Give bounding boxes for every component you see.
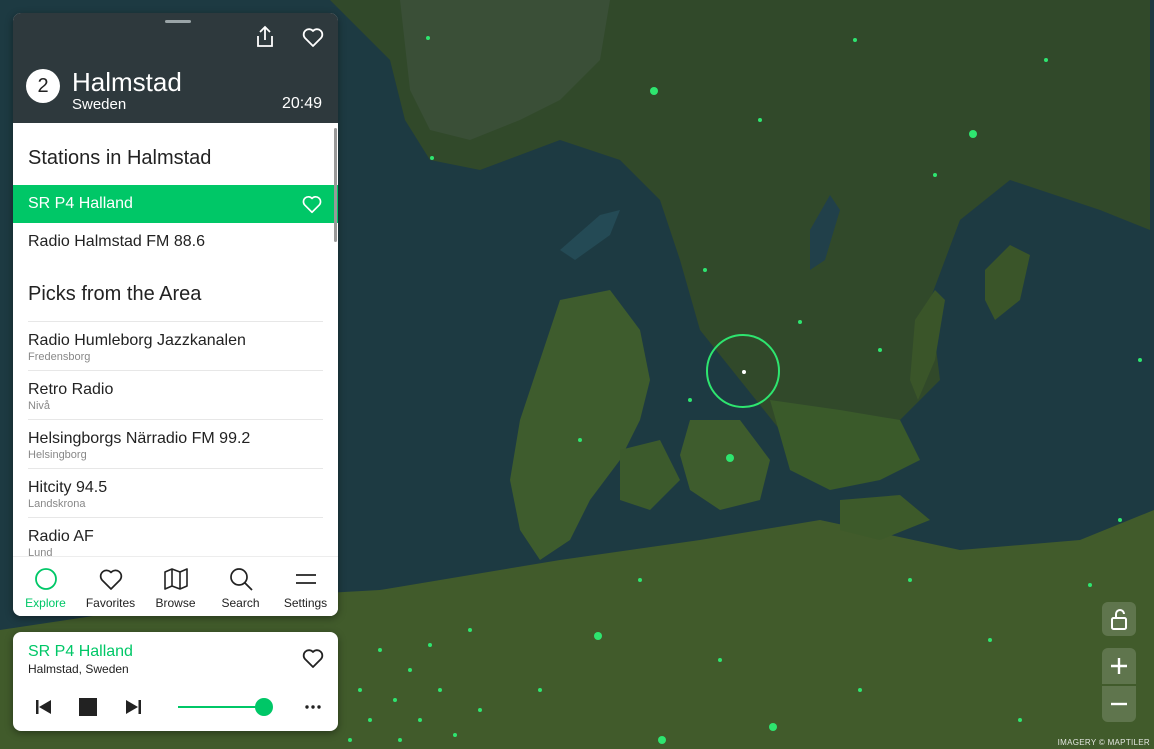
share-button[interactable] xyxy=(253,25,277,49)
pick-station-location: Nivå xyxy=(28,400,51,412)
tab-explore[interactable]: Explore xyxy=(13,557,78,616)
map-lock-button[interactable] xyxy=(1102,602,1136,636)
stations-section-title: Stations in Halmstad xyxy=(28,147,212,169)
station-list[interactable]: Stations in Halmstad SR P4 Halland Radio… xyxy=(13,123,338,557)
tab-label: Browse xyxy=(155,596,196,610)
panel-header: 2 Halmstad Sweden 20:49 xyxy=(13,13,338,123)
map-icon xyxy=(163,568,188,590)
volume-slider[interactable] xyxy=(178,706,264,708)
now-playing-location: Halmstad, Sweden xyxy=(28,662,129,676)
now-playing-bar: SR P4 Halland Halmstad, Sweden xyxy=(13,632,338,731)
pick-station-name: Radio Humleborg Jazzkanalen xyxy=(28,332,246,349)
local-time: 20:49 xyxy=(281,95,322,112)
stop-icon xyxy=(79,698,97,716)
pick-station-location: Landskrona xyxy=(28,498,86,510)
tab-favorites[interactable]: Favorites xyxy=(78,557,143,616)
search-icon xyxy=(229,568,253,591)
heart-icon xyxy=(302,649,324,668)
plus-icon xyxy=(1111,658,1127,674)
station-row[interactable]: SR P4 Halland xyxy=(13,185,338,223)
more-icon xyxy=(305,705,321,709)
minus-icon xyxy=(1111,702,1127,706)
previous-button[interactable] xyxy=(33,696,55,718)
location-panel: 2 Halmstad Sweden 20:49 Stations in Halm… xyxy=(13,13,338,616)
heart-icon xyxy=(302,28,324,47)
zoom-in-button[interactable] xyxy=(1102,648,1136,684)
tab-bar: Explore Favorites Browse Search Settings xyxy=(13,556,338,616)
list-item[interactable]: Helsingborgs Närradio FM 99.2 Helsingbor… xyxy=(28,419,323,468)
drag-handle[interactable] xyxy=(165,20,191,23)
skip-next-icon xyxy=(126,700,141,714)
station-name: SR P4 Halland xyxy=(28,195,133,212)
list-item[interactable]: Radio AF Lund xyxy=(28,517,323,557)
pick-station-location: Fredensborg xyxy=(28,351,91,363)
map-attribution[interactable]: IMAGERY © MAPTILER xyxy=(1058,738,1150,747)
picks-section-title: Picks from the Area xyxy=(28,283,202,305)
tab-label: Explore xyxy=(25,596,66,610)
station-count-badge: 2 xyxy=(26,69,60,103)
tab-label: Favorites xyxy=(85,596,136,610)
unlock-icon xyxy=(1111,609,1127,630)
pick-station-name: Retro Radio xyxy=(28,381,114,398)
tab-search[interactable]: Search xyxy=(208,557,273,616)
list-item[interactable]: Retro Radio Nivå xyxy=(28,370,323,419)
next-button[interactable] xyxy=(122,696,144,718)
pick-station-name: Hitcity 94.5 xyxy=(28,479,108,496)
volume-slider-handle[interactable] xyxy=(255,698,273,716)
station-row[interactable]: Radio Halmstad FM 88.6 xyxy=(13,223,338,261)
pick-station-name: Radio AF xyxy=(28,528,94,545)
pick-station-name: Helsingborgs Närradio FM 99.2 xyxy=(28,430,251,447)
favorite-station-button[interactable] xyxy=(301,646,325,670)
tab-settings[interactable]: Settings xyxy=(273,557,338,616)
menu-icon xyxy=(295,574,316,584)
skip-previous-icon xyxy=(36,700,51,714)
share-icon xyxy=(257,25,273,47)
list-item[interactable]: Hitcity 94.5 Landskrona xyxy=(28,468,323,517)
country-name: Sweden xyxy=(72,96,127,113)
heart-icon[interactable] xyxy=(301,193,323,215)
city-title: Halmstad xyxy=(72,67,182,97)
zoom-out-button[interactable] xyxy=(1102,686,1136,722)
scrollbar[interactable] xyxy=(334,128,337,242)
heart-icon xyxy=(99,569,122,590)
list-item[interactable]: Radio Humleborg Jazzkanalen Fredensborg xyxy=(28,321,323,370)
now-playing-station[interactable]: SR P4 Halland xyxy=(28,643,133,661)
tab-label: Search xyxy=(221,596,260,610)
pick-station-location: Helsingborg xyxy=(28,449,87,461)
more-options-button[interactable] xyxy=(302,696,324,718)
circle-icon xyxy=(34,568,57,590)
favorite-location-button[interactable] xyxy=(301,25,325,49)
selected-location-marker[interactable] xyxy=(706,334,780,408)
stop-button[interactable] xyxy=(77,696,99,718)
tab-browse[interactable]: Browse xyxy=(143,557,208,616)
tab-label: Settings xyxy=(283,596,328,610)
marker-center-dot xyxy=(742,370,746,374)
station-name: Radio Halmstad FM 88.6 xyxy=(28,233,205,250)
